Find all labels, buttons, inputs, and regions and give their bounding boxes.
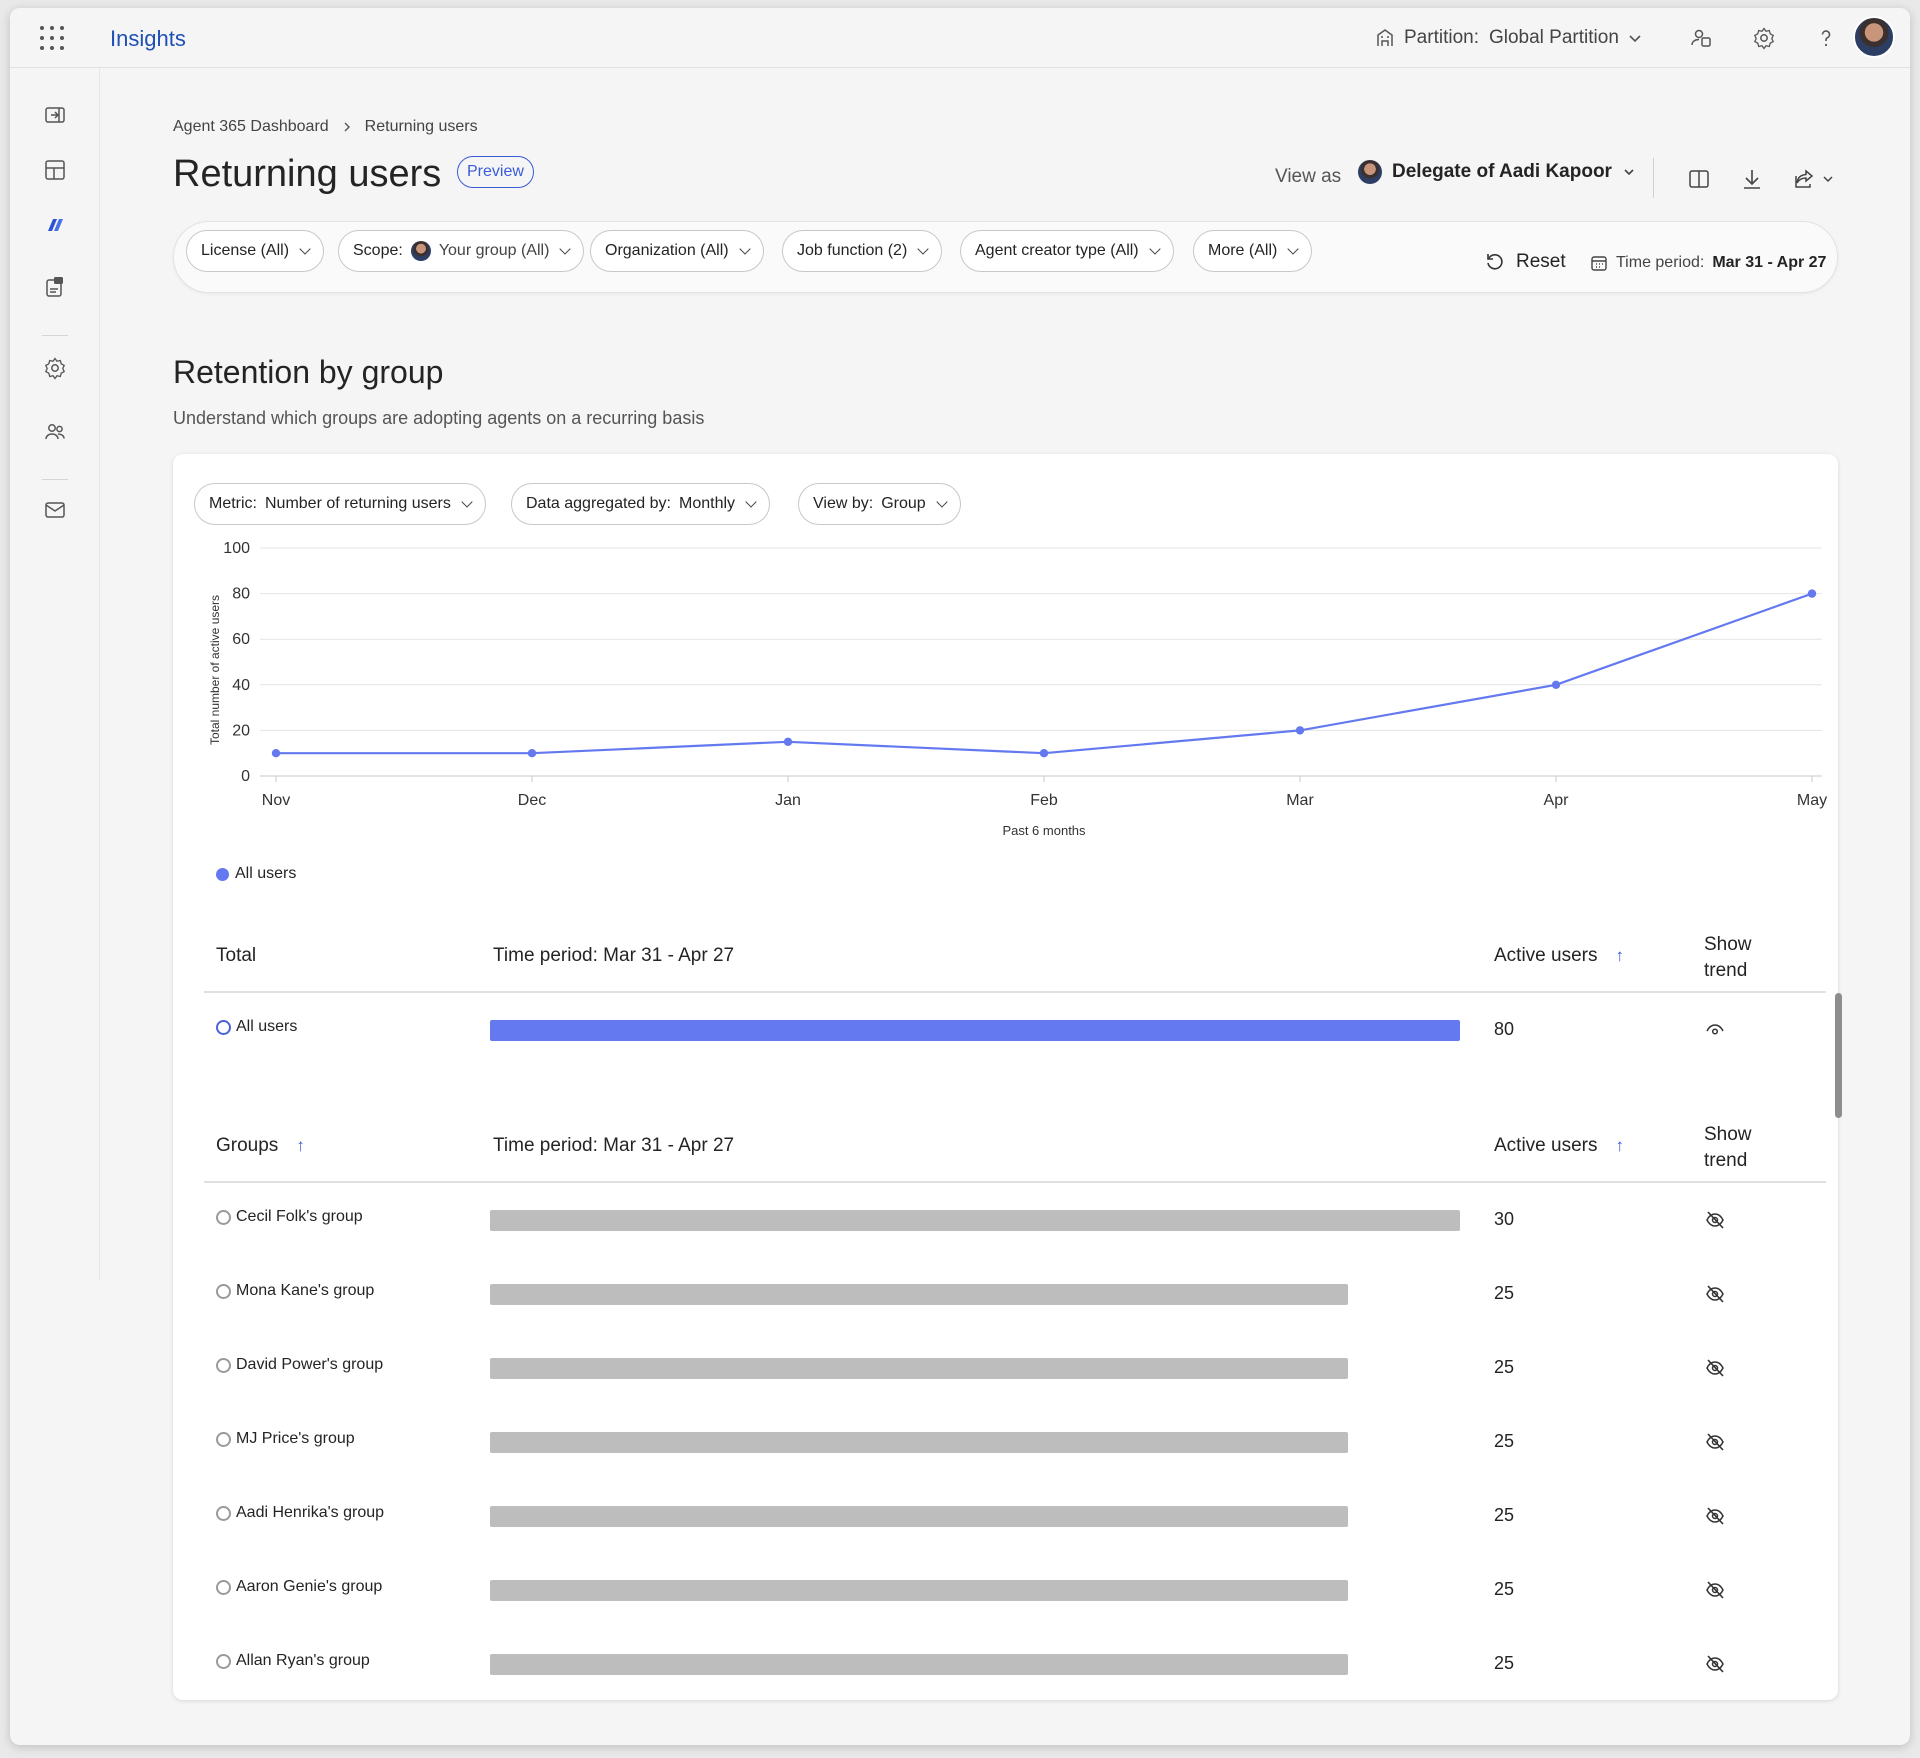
row-name: David Power's group [236, 1356, 384, 1373]
group-bar [490, 1580, 1349, 1601]
group-value: 25 [1494, 1431, 1515, 1451]
eye-off-icon[interactable] [1704, 1431, 1726, 1453]
eye-off-icon[interactable] [1704, 1357, 1726, 1379]
data-point [1807, 589, 1817, 598]
row-radio[interactable] [216, 1209, 231, 1225]
total-header: Total [216, 945, 257, 966]
row-radio[interactable] [216, 1357, 231, 1373]
group-row-label[interactable]: MJ Price's group [216, 1430, 355, 1448]
sort-ascending-icon: ↑ [1615, 946, 1624, 965]
group-value: 25 [1494, 1357, 1515, 1377]
data-point [1039, 749, 1049, 758]
data-point [1295, 726, 1305, 735]
sort-ascending-icon: ↑ [296, 1136, 305, 1155]
y-tick-label: 20 [232, 722, 250, 739]
row-radio[interactable] [216, 1019, 231, 1035]
eye-off-icon[interactable] [1704, 1283, 1726, 1305]
row-radio[interactable] [216, 1653, 231, 1669]
data-point [271, 749, 281, 758]
row-name: MJ Price's group [236, 1430, 355, 1447]
eye-off-icon[interactable] [1704, 1653, 1726, 1675]
group-row-label[interactable]: Allan Ryan's group [216, 1652, 370, 1670]
eye-icon[interactable] [1704, 1019, 1726, 1041]
eye-off-icon[interactable] [1704, 1579, 1726, 1601]
eye-off-icon[interactable] [1704, 1505, 1726, 1527]
group-bar [490, 1432, 1349, 1453]
column-label: Active users [1494, 945, 1598, 966]
total-row-label[interactable]: All users [216, 1018, 297, 1036]
header-divider [204, 1181, 1826, 1183]
eye-off-icon[interactable] [1704, 1209, 1726, 1231]
row-radio[interactable] [216, 1505, 231, 1521]
group-row-label[interactable]: Aadi Henrika's group [216, 1504, 384, 1522]
chart-legend[interactable]: All users [216, 865, 296, 883]
line-chart: 0 20 40 60 80 100 Nov Dec Jan Feb Mar Apr May Total n… [208, 540, 1827, 838]
series-line [276, 592, 1813, 755]
data-point [783, 737, 793, 746]
row-radio[interactable] [216, 1579, 231, 1595]
groups-active-header[interactable]: Active users ↑ [1494, 1135, 1624, 1157]
group-value: 25 [1494, 1283, 1515, 1303]
group-row-label[interactable]: David Power's group [216, 1356, 383, 1374]
group-bar [490, 1506, 1349, 1527]
x-tick-label: Dec [518, 792, 546, 809]
app-window: Insights Partition: Global Partition Age… [10, 8, 1910, 1745]
row-name: Mona Kane's group [236, 1282, 375, 1299]
y-tick-label: 60 [232, 631, 250, 648]
x-axis-label: Past 6 months [1002, 823, 1086, 838]
group-value: 25 [1494, 1653, 1515, 1673]
total-value: 80 [1494, 1019, 1515, 1039]
data-point [527, 749, 537, 758]
x-tick-label: Mar [1286, 792, 1314, 809]
y-tick-label: 100 [223, 540, 250, 557]
x-tick-label: May [1797, 792, 1827, 809]
group-bar [490, 1210, 1460, 1231]
y-tick-label: 0 [241, 768, 250, 785]
data-point [1551, 680, 1561, 689]
groups-trend-header: Show trend [1704, 1124, 1752, 1171]
group-value: 30 [1494, 1209, 1515, 1229]
row-name: All users [236, 1018, 298, 1035]
row-name: Aaron Genie's group [236, 1578, 383, 1595]
x-tick-label: Jan [775, 792, 801, 809]
group-bar [490, 1654, 1349, 1675]
row-name: Aadi Henrika's group [236, 1504, 385, 1521]
total-bar [490, 1020, 1460, 1041]
total-active-header[interactable]: Active users ↑ [1494, 945, 1624, 967]
group-value: 25 [1494, 1505, 1515, 1525]
groups-period-header: Time period: Mar 31 - Apr 27 [493, 1135, 735, 1156]
legend-label: All users [235, 865, 297, 882]
x-tick-label: Apr [1544, 792, 1570, 809]
y-tick-label: 80 [232, 586, 250, 603]
total-trend-header: Show trend [1704, 934, 1752, 981]
group-value: 25 [1494, 1579, 1515, 1599]
row-radio[interactable] [216, 1431, 231, 1447]
x-tick-label: Nov [262, 792, 290, 809]
group-bar [490, 1358, 1349, 1379]
row-name: Allan Ryan's group [236, 1652, 370, 1669]
group-bar [490, 1284, 1349, 1305]
total-period-header: Time period: Mar 31 - Apr 27 [493, 945, 735, 966]
column-label: Groups [216, 1135, 279, 1156]
legend-swatch [216, 867, 229, 881]
group-row-label[interactable]: Cecil Folk's group [216, 1208, 363, 1226]
row-radio[interactable] [216, 1283, 231, 1299]
group-row-label[interactable]: Aaron Genie's group [216, 1578, 382, 1596]
column-label: Active users [1494, 1135, 1598, 1156]
row-name: Cecil Folk's group [236, 1208, 363, 1225]
table-scrollbar[interactable] [1835, 993, 1842, 1118]
groups-header[interactable]: Groups ↑ [216, 1135, 305, 1157]
y-axis-label: Total number of active users [208, 595, 222, 745]
group-row-label[interactable]: Mona Kane's group [216, 1282, 374, 1300]
y-tick-label: 40 [232, 677, 250, 694]
header-divider [204, 991, 1826, 993]
sort-ascending-icon: ↑ [1615, 1136, 1624, 1155]
x-tick-label: Feb [1030, 792, 1058, 809]
